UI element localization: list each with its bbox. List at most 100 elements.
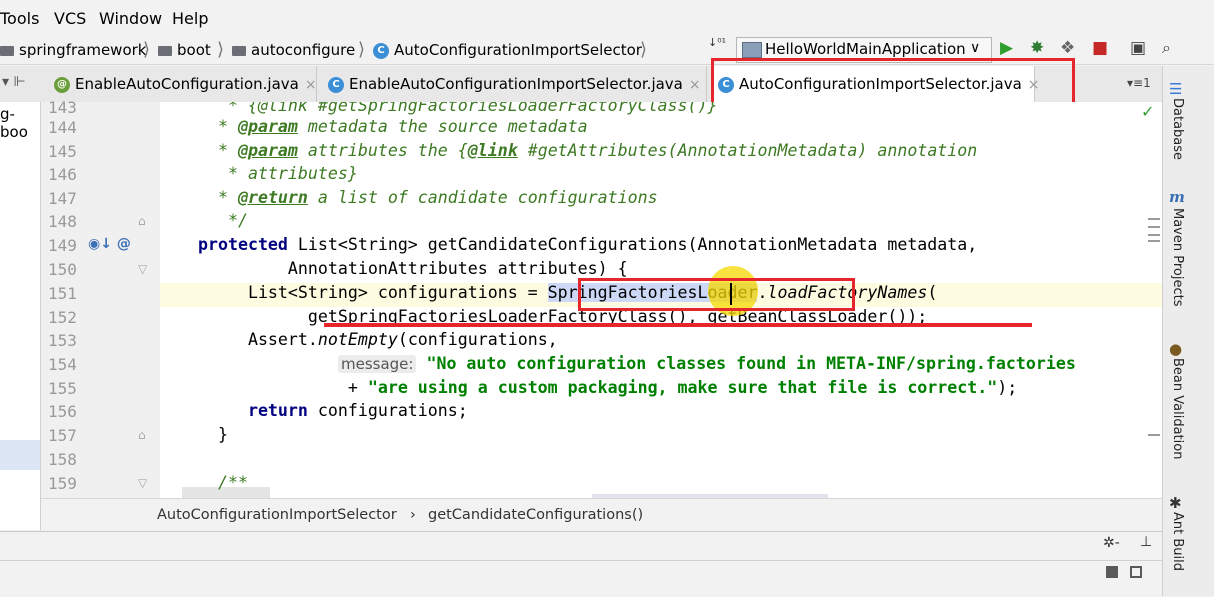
folder-icon xyxy=(0,45,14,56)
breadcrumb-label: AutoConfigurationImportSelector xyxy=(394,41,642,59)
line-number: 155 xyxy=(48,379,77,398)
line-number: 154 xyxy=(48,355,77,374)
code-text: List<String> getCandidateConfigurations(… xyxy=(287,235,978,254)
fold-marker-icon[interactable]: ▽ xyxy=(138,262,147,276)
bean-icon[interactable]: ● xyxy=(1169,340,1182,358)
scroll-marker xyxy=(1148,234,1160,236)
line-number: 148 xyxy=(48,212,77,231)
run-icon[interactable]: ▶ xyxy=(1000,38,1013,58)
parameter-hint: message: xyxy=(338,355,417,373)
breadcrumb-class[interactable]: C AutoConfigurationImportSelector xyxy=(373,41,642,59)
scroll-marker xyxy=(1148,240,1160,242)
tab-enable-auto-configuration-import-selector[interactable]: C EnableAutoConfigurationImportSelector.j… xyxy=(318,66,707,102)
line-number: 153 xyxy=(48,331,77,350)
sort-icon[interactable]: ↓⁰¹ xyxy=(708,37,726,48)
code-line: /** xyxy=(198,473,248,492)
breadcrumb-label: boot xyxy=(177,41,211,59)
annotation-icon: @ xyxy=(54,76,70,93)
breadcrumb-autoconfigure[interactable]: autoconfigure xyxy=(232,41,355,59)
scroll-marker xyxy=(1148,226,1160,228)
maven-icon[interactable]: m xyxy=(1169,188,1185,206)
menu-vcs[interactable]: VCS xyxy=(54,9,86,28)
project-tree-selection xyxy=(0,440,40,470)
chevron-right-icon: › xyxy=(410,507,416,523)
debug-icon[interactable]: ✸ xyxy=(1030,38,1044,58)
folder-icon xyxy=(158,45,172,56)
method-name: notEmpty xyxy=(317,330,398,349)
code-line: */ xyxy=(198,211,248,230)
string-literal: "No auto configuration classes found in … xyxy=(416,354,1076,373)
editor-breadcrumb: AutoConfigurationImportSelector › getCan… xyxy=(41,498,1162,532)
breadcrumb-class[interactable]: AutoConfigurationImportSelector xyxy=(157,507,397,523)
javadoc-tag: @param xyxy=(237,141,298,160)
application-icon xyxy=(742,42,762,58)
javadoc-tag: @link xyxy=(467,141,518,160)
close-icon[interactable]: × xyxy=(305,77,317,93)
scroll-marker xyxy=(1148,434,1160,436)
chevron-right-icon: ⟩ xyxy=(358,39,366,60)
code-text: #getAttributes(AnnotationMetadata) annot… xyxy=(517,141,978,160)
tool-maven-projects[interactable]: Maven Projects xyxy=(1170,208,1185,307)
code-text: ( xyxy=(927,283,938,302)
javadoc-tag: @return xyxy=(237,188,308,207)
settings-icon[interactable]: ✲- xyxy=(1103,535,1120,551)
toolbar-icon[interactable] xyxy=(1130,566,1142,578)
coverage-icon[interactable]: ❖ xyxy=(1060,38,1075,58)
code-text: List<String> configurations = xyxy=(198,283,548,302)
code-line: message: "No auto configuration classes … xyxy=(338,354,1076,373)
breadcrumb-springframework[interactable]: springframework xyxy=(0,41,146,59)
line-number: 149 xyxy=(48,236,77,255)
code-text: attributes the { xyxy=(297,141,468,160)
code-text: a list of candidate configurations xyxy=(307,188,658,207)
folder-icon xyxy=(232,45,246,56)
search-icon[interactable]: ⌕ xyxy=(1162,38,1171,58)
tab-overflow-icon[interactable]: ▾≡1 xyxy=(1127,76,1151,90)
project-tree-item[interactable]: g-boo xyxy=(0,105,40,141)
tool-ant-build[interactable]: Ant Build xyxy=(1170,512,1185,571)
tab-label: EnableAutoConfigurationImportSelector.ja… xyxy=(349,75,683,93)
breadcrumb-method[interactable]: getCandidateConfigurations() xyxy=(428,507,643,523)
ant-icon[interactable]: ✱ xyxy=(1169,494,1182,512)
menu-tools[interactable]: Tools xyxy=(0,9,39,28)
tool-bean-validation[interactable]: Bean Validation xyxy=(1170,358,1185,459)
line-number: 156 xyxy=(48,402,77,421)
code-line: * @param attributes the {@link #getAttri… xyxy=(198,141,978,160)
database-icon[interactable]: ☰ xyxy=(1169,80,1182,98)
bottom-tool-window: ✲- ⊥ xyxy=(0,531,1162,597)
line-number: 143 xyxy=(48,98,77,117)
javadoc-tag: @param xyxy=(237,117,298,136)
line-number: 147 xyxy=(48,189,77,208)
project-structure-icon[interactable]: ▣ xyxy=(1130,38,1146,58)
close-icon[interactable]: × xyxy=(689,77,701,93)
code-line: * attributes} xyxy=(198,164,358,183)
menu-window[interactable]: Window xyxy=(99,9,162,28)
minimize-icon[interactable]: ⊥ xyxy=(1140,534,1152,550)
run-configuration-label: HelloWorldMainApplication xyxy=(765,40,966,58)
divider xyxy=(0,560,1162,561)
fold-marker-icon[interactable]: ⌂ xyxy=(138,428,146,442)
chevron-right-icon: ⟩ xyxy=(640,39,648,60)
class-icon: C xyxy=(373,42,389,59)
toolbar-icon[interactable] xyxy=(1106,566,1118,578)
string-literal: "are using a custom packaging, make sure… xyxy=(367,378,998,397)
collapse-icon[interactable]: ▾ ⊩ xyxy=(2,74,26,90)
tab-label: EnableAutoConfiguration.java xyxy=(75,75,299,93)
line-number: 159 xyxy=(48,474,77,493)
tab-enable-auto-configuration[interactable]: @ EnableAutoConfiguration.java × xyxy=(44,66,317,102)
keyword: return xyxy=(247,401,308,420)
fold-marker-icon[interactable]: ⌂ xyxy=(138,214,146,228)
code-text: (configurations, xyxy=(397,330,558,349)
code-line: AnnotationAttributes attributes) { xyxy=(198,259,628,278)
code-text: + xyxy=(198,378,368,397)
menu-bar: Tools VCS Window Help xyxy=(0,0,1214,36)
line-number: 152 xyxy=(48,308,77,327)
code-text: metadata the source metadata xyxy=(297,117,588,136)
breadcrumb-boot[interactable]: boot xyxy=(158,41,211,59)
menu-help[interactable]: Help xyxy=(172,9,208,28)
implementation-marker-icon[interactable]: ◉↓ @ xyxy=(88,236,131,252)
code-text: configurations; xyxy=(307,401,468,420)
code-line: return configurations; xyxy=(198,401,468,420)
fold-marker-icon[interactable]: ▽ xyxy=(138,476,147,490)
stop-icon[interactable]: ■ xyxy=(1092,38,1108,58)
tool-database[interactable]: Database xyxy=(1170,98,1185,160)
